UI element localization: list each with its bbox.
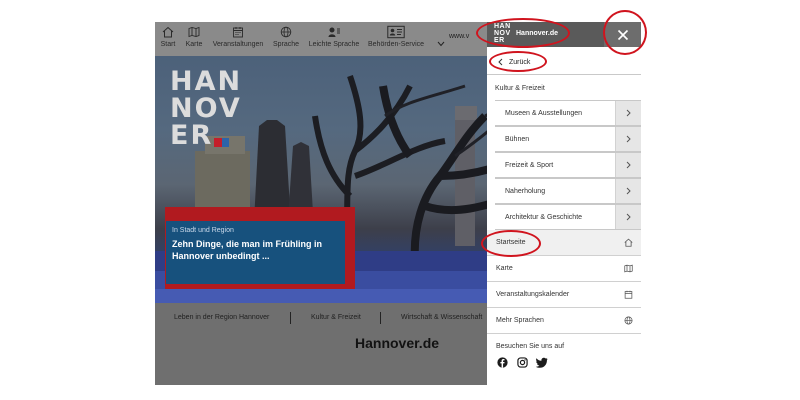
panel-logo[interactable]: HAN NOV ER [494,23,511,44]
hero-headline[interactable]: Zehn Dinge, die man im Frühling in Hanno… [172,238,339,262]
nav-item-label: Leichte Sprache [308,41,360,48]
subnav-item-freizeit[interactable]: Freizeit & Sport [495,152,641,178]
map-icon [188,26,200,38]
side-navigation-panel: HAN NOV ER Hannover.de Zurück Kultur & F… [487,22,641,385]
globe-icon [615,316,641,325]
chevron-right-icon[interactable] [615,153,641,177]
home-icon [162,26,174,38]
nav-item-leichte-sprache[interactable]: Leichte Sprache [308,25,360,48]
map-icon [615,264,641,273]
divider [290,312,291,324]
divider [487,74,641,75]
close-icon [617,29,628,40]
site-url-fragment[interactable]: www.v [449,33,469,40]
nav-item-sprache[interactable]: Sprache [272,25,300,48]
globe-icon [280,26,292,38]
nav-item-start[interactable]: Start [160,25,176,48]
subnav-item-museen[interactable]: Museen & Ausstellungen [495,100,641,126]
chevron-left-icon [498,58,503,66]
menu-item-mehr-sprachen[interactable]: Mehr Sprachen [487,308,641,334]
subnav-item-naherholung[interactable]: Naherholung [495,178,641,204]
divider [380,312,381,324]
section-title: Kultur & Freizeit [495,85,545,92]
nav-item-karte[interactable]: Karte [184,25,204,48]
menu-item-label: Startseite [496,239,526,246]
menu-item-veranstaltungskalender[interactable]: Veranstaltungskalender [487,282,641,308]
nav-item-label: Behörden-Service [368,41,425,48]
chevron-right-icon[interactable] [615,127,641,151]
back-button[interactable]: Zurück [487,51,641,73]
menu-item-label: Karte [496,265,513,272]
easy-language-icon [328,27,340,37]
id-card-icon [387,25,405,39]
band-link-leben[interactable]: Leben in der Region Hannover [174,314,269,321]
chevron-right-icon[interactable] [615,179,641,203]
hero-teaser-card[interactable]: In Stadt und Region Zehn Dinge, die man … [166,221,345,284]
band-link-wirtschaft[interactable]: Wirtschaft & Wissenschaft [401,314,482,321]
social-title: Besuchen Sie uns auf [496,343,565,350]
calendar-icon [233,27,243,38]
subnav-item-label: Bühnen [505,135,530,143]
menu-item-label: Mehr Sprachen [496,317,544,324]
nav-item-label: Sprache [272,41,300,48]
panel-header: HAN NOV ER Hannover.de [487,22,641,47]
calendar-icon [615,290,641,299]
instagram-icon[interactable] [516,356,528,368]
nav-item-label: Start [160,41,176,48]
band-link-kultur[interactable]: Kultur & Freizeit [311,314,361,321]
subnav-item-label: Naherholung [505,187,546,195]
twitter-icon[interactable] [536,356,548,368]
panel-site-name[interactable]: Hannover.de [516,30,558,37]
facebook-icon[interactable] [496,356,508,368]
subnav-item-architektur[interactable]: Architektur & Geschichte [495,204,641,230]
hannover-logo-watermark: HAN NOV ER [170,66,243,151]
nav-item-veranstaltungen[interactable]: Veranstaltungen [212,25,264,48]
hero-kicker: In Stadt und Region [172,227,234,234]
menu-item-label: Veranstaltungskalender [496,291,570,298]
nav-item-behoerden-service[interactable]: Behörden-Service [368,25,424,48]
nav-item-label: Karte [185,41,203,48]
home-icon [615,238,641,247]
chevron-down-icon[interactable] [437,32,445,51]
chevron-right-icon[interactable] [615,205,641,229]
menu-item-startseite[interactable]: Startseite [487,230,641,256]
subnav-item-label: Architektur & Geschichte [505,213,583,221]
subnav-item-buehnen[interactable]: Bühnen [495,126,641,152]
page-title: Hannover.de [355,335,440,351]
close-button[interactable] [604,22,641,47]
subnav-item-label: Museen & Ausstellungen [505,109,583,117]
nav-item-label: Veranstaltungen [212,41,264,48]
back-label: Zurück [509,58,531,66]
menu-item-karte[interactable]: Karte [487,256,641,282]
chevron-right-icon[interactable] [615,101,641,125]
subnav-item-label: Freizeit & Sport [505,161,554,169]
